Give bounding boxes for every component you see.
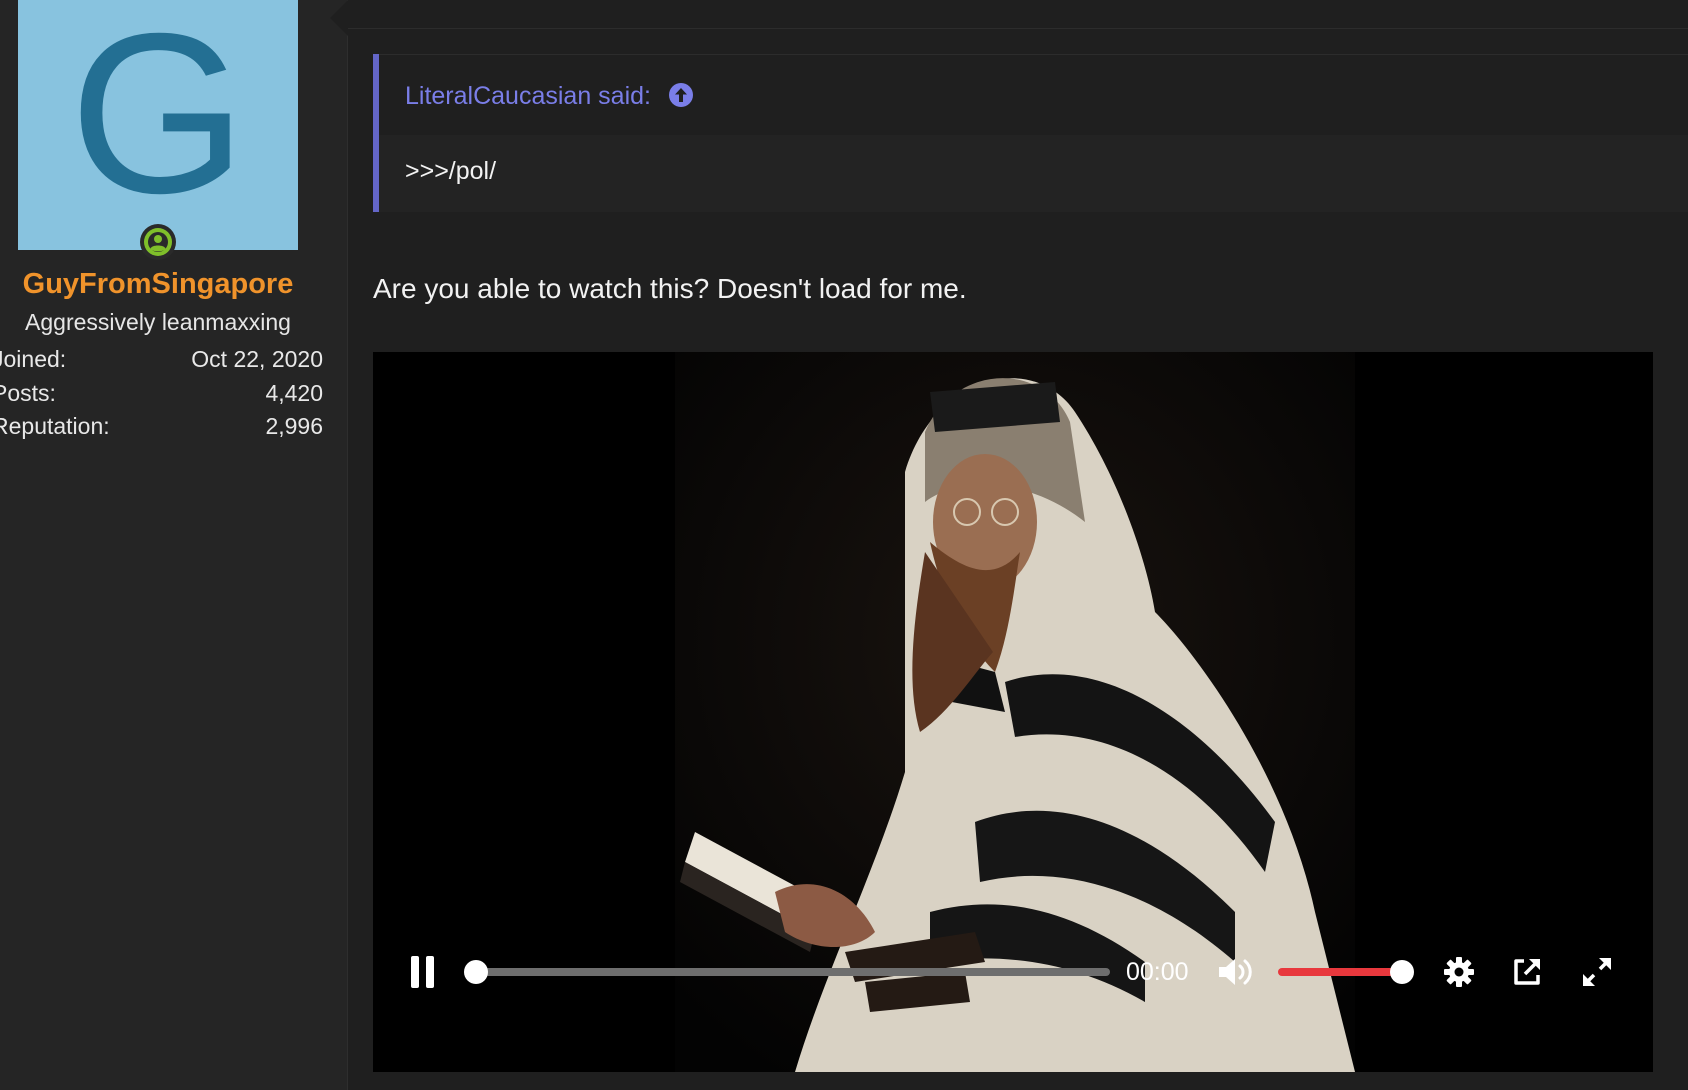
volume-icon[interactable] <box>1217 956 1257 988</box>
thread-page: G GuyFromSingapore Aggressively leanmaxx… <box>0 0 1688 1090</box>
avatar-letter: G <box>69 0 247 241</box>
user-panel: G GuyFromSingapore Aggressively leanmaxx… <box>0 0 348 1090</box>
stat-reputation: Reputation: 2,996 <box>0 413 323 443</box>
stat-label: Reputation: <box>0 413 110 439</box>
quote-block: LiteralCaucasian said: >>>/pol/ <box>373 54 1688 212</box>
stat-posts: Posts: 4,420 <box>0 380 323 410</box>
divider <box>348 28 1688 29</box>
stat-label: Posts: <box>0 380 56 406</box>
quote-author-link[interactable]: LiteralCaucasian said: <box>405 82 651 111</box>
settings-icon[interactable] <box>1443 956 1475 988</box>
avatar[interactable]: G <box>18 0 298 250</box>
video-controls: 00:00 <box>373 944 1653 1004</box>
post-text: Are you able to watch this? Doesn't load… <box>373 273 967 304</box>
time-display: 00:00 <box>1126 958 1189 986</box>
pause-icon[interactable] <box>409 956 437 988</box>
fullscreen-icon[interactable] <box>1581 956 1613 988</box>
arrow-up-circle-icon[interactable] <box>668 82 694 108</box>
stat-value: 2,996 <box>265 413 323 439</box>
message-content: LiteralCaucasian said: >>>/pol/ Are you … <box>330 0 1688 1090</box>
seek-bar[interactable] <box>464 960 1110 984</box>
user-online-icon <box>140 224 176 260</box>
stat-label: Joined: <box>0 346 67 372</box>
stat-value: Oct 22, 2020 <box>191 346 323 372</box>
quote-header: LiteralCaucasian said: <box>379 54 1688 135</box>
quote-text: >>>/pol/ <box>405 157 497 185</box>
stat-joined: Joined: Oct 22, 2020 <box>0 346 323 376</box>
volume-handle[interactable] <box>1390 960 1414 984</box>
video-player[interactable]: 00:00 <box>373 352 1653 1072</box>
stat-value: 4,420 <box>265 380 323 406</box>
message-arrow <box>330 0 348 36</box>
seek-handle[interactable] <box>464 960 488 984</box>
user-title: Aggressively leanmaxxing <box>25 309 291 335</box>
username-link[interactable]: GuyFromSingapore <box>0 268 316 301</box>
volume-slider[interactable] <box>1278 960 1414 984</box>
popout-icon[interactable] <box>1511 956 1543 988</box>
